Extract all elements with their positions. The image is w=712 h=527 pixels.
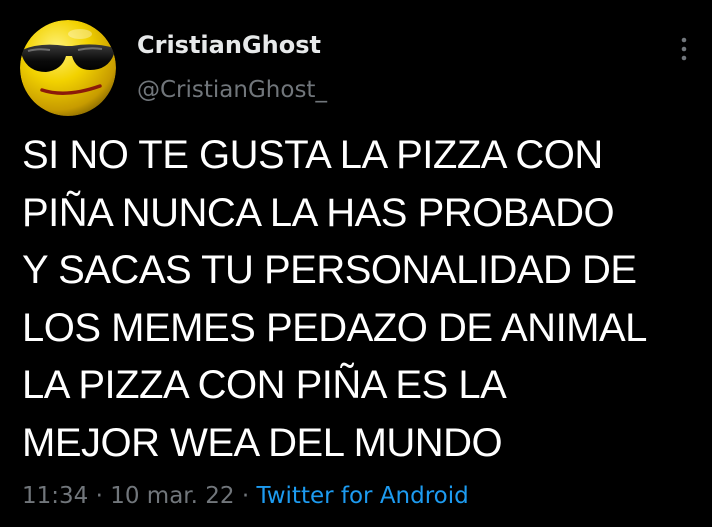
more-options-button[interactable] xyxy=(668,33,700,65)
tweet-text: SI NO TE GUSTA LA PIZZA CON PIÑA NUNCA L… xyxy=(22,127,702,472)
tweet-text-line: LA PIZZA CON PIÑA ES LA xyxy=(22,363,507,407)
tweet-card: CristianGhost @CristianGhost_ SI NO TE G… xyxy=(0,0,712,527)
meta-separator: · xyxy=(95,483,103,509)
more-vertical-icon xyxy=(681,37,687,61)
tweet-text-line: SI NO TE GUSTA LA PIZZA CON xyxy=(22,133,603,177)
sunglasses-smiley-icon xyxy=(20,20,116,116)
display-name[interactable]: CristianGhost xyxy=(137,30,321,60)
avatar[interactable] xyxy=(20,20,116,116)
tweet-metadata: 11:34 · 10 mar. 22 · Twitter for Android xyxy=(22,478,469,514)
user-handle[interactable]: @CristianGhost_ xyxy=(137,75,327,105)
tweet-date[interactable]: 10 mar. 22 xyxy=(110,483,234,509)
tweet-text-line: PIÑA NUNCA LA HAS PROBADO xyxy=(22,190,615,235)
tweet-text-line: LOS MEMES PEDAZO DE ANIMAL xyxy=(22,305,647,350)
tweet-text-line: Y SACAS TU PERSONALIDAD DE xyxy=(22,248,637,292)
tweet-time[interactable]: 11:34 xyxy=(22,483,88,509)
tweet-text-line: MEJOR WEA DEL MUNDO xyxy=(22,420,503,465)
tweet-source-link[interactable]: Twitter for Android xyxy=(256,483,468,509)
meta-separator: · xyxy=(241,483,250,509)
